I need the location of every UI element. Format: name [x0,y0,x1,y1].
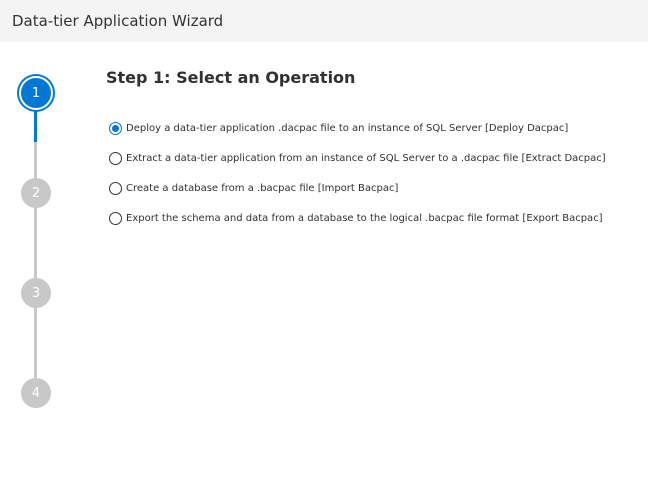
option-export-bacpac[interactable]: Export the schema and data from a databa… [106,209,636,227]
step-4-number: 4 [31,385,41,401]
page-heading: Step 1: Select an Operation [106,68,356,87]
step-4-indicator[interactable]: 4 [21,378,51,408]
option-deploy-dacpac[interactable]: Deploy a data-tier application .dacpac f… [106,119,636,137]
wizard-stepper: 1 2 3 4 [0,42,90,488]
operation-radio-group: Deploy a data-tier application .dacpac f… [106,119,636,227]
extract-dacpac-radio[interactable] [109,151,122,165]
step-2-indicator[interactable]: 2 [21,178,51,208]
export-bacpac-radio[interactable] [109,211,122,225]
step-2-number: 2 [31,185,41,201]
step-3-number: 3 [31,285,41,301]
step-3-indicator[interactable]: 3 [21,278,51,308]
deploy-dacpac-label[interactable]: Deploy a data-tier application .dacpac f… [126,123,568,134]
export-bacpac-label[interactable]: Export the schema and data from a databa… [126,213,603,224]
deploy-dacpac-radio[interactable] [109,121,122,135]
import-bacpac-radio[interactable] [109,181,122,195]
option-extract-dacpac[interactable]: Extract a data-tier application from an … [106,149,636,167]
window-title: Data-tier Application Wizard [12,12,224,30]
import-bacpac-label[interactable]: Create a database from a .bacpac file [I… [126,183,398,194]
extract-dacpac-label[interactable]: Extract a data-tier application from an … [126,153,606,164]
step-connector-1-2 [34,110,37,142]
step-1-number: 1 [31,85,41,101]
option-import-bacpac[interactable]: Create a database from a .bacpac file [I… [106,179,636,197]
title-bar: Data-tier Application Wizard [0,0,648,42]
wizard-page: Step 1: Select an Operation Deploy a dat… [106,42,636,239]
step-1-indicator[interactable]: 1 [19,76,53,110]
